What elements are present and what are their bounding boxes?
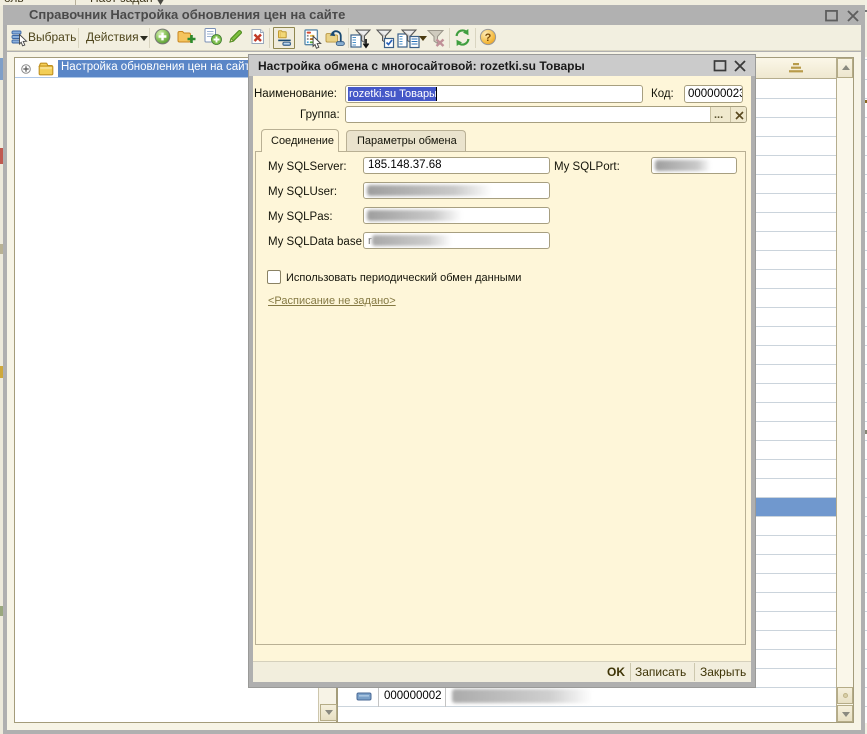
svg-text:?: ? [485,32,492,44]
